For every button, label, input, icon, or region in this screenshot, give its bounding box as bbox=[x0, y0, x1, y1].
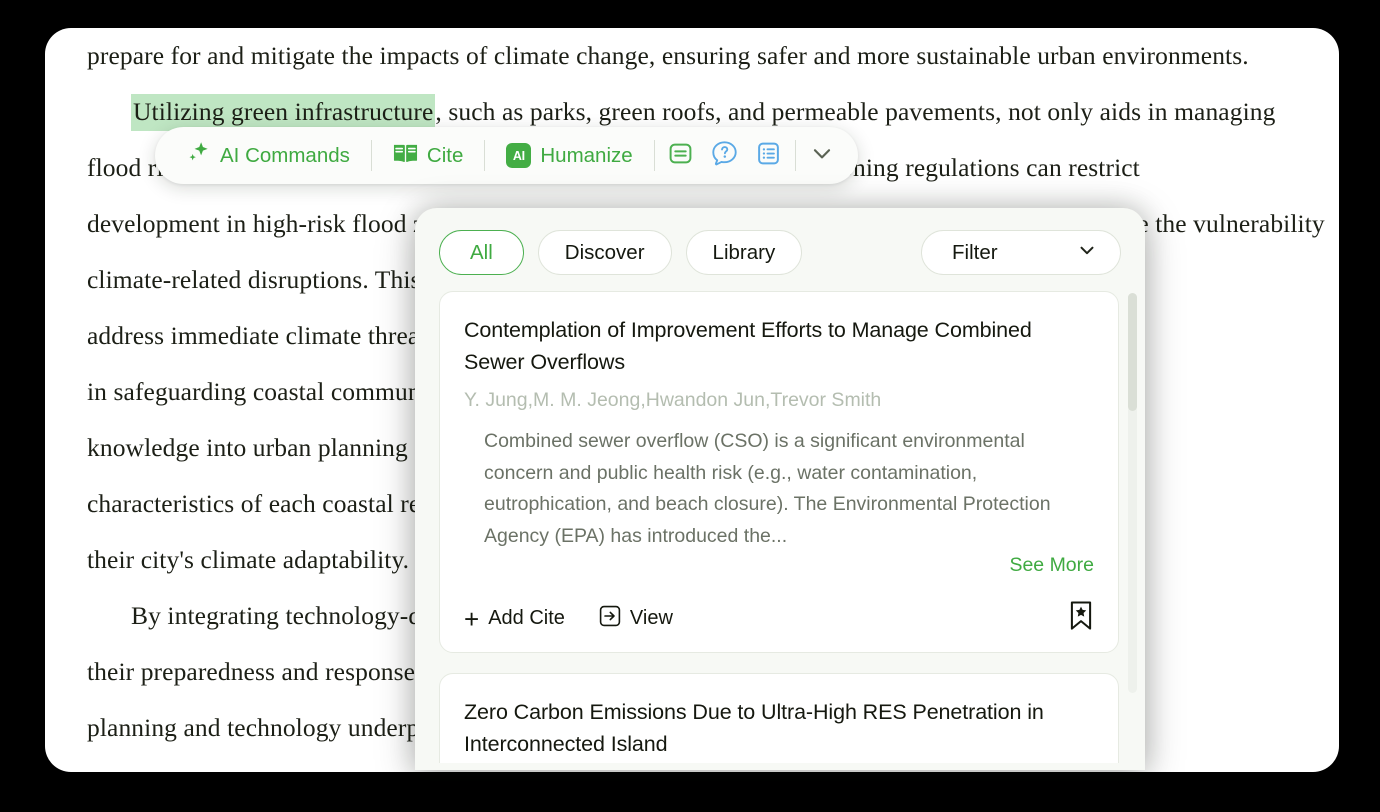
bookmark-star-icon[interactable] bbox=[1068, 601, 1094, 636]
paraphrase-button[interactable] bbox=[659, 127, 703, 184]
citation-title: Zero Carbon Emissions Due to Ultra-High … bbox=[464, 700, 1044, 756]
filter-dropdown[interactable]: Filter bbox=[921, 230, 1121, 275]
question-icon bbox=[711, 140, 738, 172]
filter-label: Filter bbox=[952, 240, 998, 264]
paraphrase-icon bbox=[668, 141, 693, 171]
citation-result-card[interactable]: Zero Carbon Emissions Due to Ultra-High … bbox=[439, 673, 1119, 763]
humanize-label: Humanize bbox=[540, 143, 633, 167]
ai-badge-icon: AI bbox=[506, 143, 532, 168]
add-cite-label: Add Cite bbox=[488, 607, 565, 629]
tab-discover[interactable]: Discover bbox=[537, 230, 672, 275]
citation-panel: All Discover Library Filter Contemplatio… bbox=[415, 208, 1145, 770]
book-icon bbox=[393, 142, 418, 170]
outline-icon bbox=[756, 141, 781, 171]
citation-results-list[interactable]: Contemplation of Improvement Efforts to … bbox=[415, 285, 1145, 763]
citation-title: Contemplation of Improvement Efforts to … bbox=[464, 318, 1032, 374]
sparkle-icon bbox=[186, 140, 211, 171]
citation-authors: Y. Jung,M. M. Jeong,Hwandon Jun,Trevor S… bbox=[464, 389, 882, 411]
tab-library[interactable]: Library bbox=[685, 230, 803, 275]
text-highlight[interactable]: Utilizing green infrastructure bbox=[131, 94, 436, 131]
citation-card-actions: + Add Cite View bbox=[464, 601, 1094, 636]
view-button[interactable]: View bbox=[599, 605, 673, 633]
screen: prepare for and mitigate the impacts of … bbox=[0, 0, 1380, 812]
outline-button[interactable] bbox=[747, 127, 791, 184]
ai-commands-button[interactable]: AI Commands bbox=[169, 127, 367, 184]
doc-line: prepare for and mitigate the impacts of … bbox=[87, 41, 1249, 70]
toolbar-divider bbox=[794, 140, 796, 171]
cite-button[interactable]: Cite bbox=[376, 127, 480, 184]
scrollbar-track[interactable] bbox=[1128, 293, 1137, 693]
plus-icon: + bbox=[464, 603, 480, 634]
doc-line-rest: , such as parks, green roofs, and permea… bbox=[435, 97, 1276, 126]
scrollbar-thumb[interactable] bbox=[1128, 293, 1137, 411]
toolbar-divider bbox=[484, 140, 486, 171]
see-more-link[interactable]: See More bbox=[464, 554, 1094, 577]
view-label: View bbox=[629, 607, 673, 629]
toolbar-divider bbox=[653, 140, 655, 171]
toolbar-divider bbox=[370, 140, 372, 171]
ai-toolbar: AI Commands Cite AI Humanize bbox=[155, 127, 858, 184]
question-button[interactable] bbox=[703, 127, 747, 184]
citation-panel-tabs: All Discover Library Filter bbox=[415, 208, 1145, 285]
ai-commands-label: AI Commands bbox=[220, 143, 350, 167]
chevron-down-icon bbox=[1076, 239, 1098, 267]
cite-label: Cite bbox=[426, 143, 464, 167]
citation-result-card[interactable]: Contemplation of Improvement Efforts to … bbox=[439, 291, 1119, 653]
chevron-down-icon bbox=[809, 140, 835, 171]
tab-all[interactable]: All bbox=[439, 230, 524, 275]
humanize-button[interactable]: AI Humanize bbox=[489, 127, 649, 184]
citation-abstract: Combined sewer overflow (CSO) is a signi… bbox=[484, 430, 1051, 547]
add-cite-button[interactable]: + Add Cite bbox=[464, 603, 565, 634]
arrow-right-box-icon bbox=[599, 605, 621, 633]
toolbar-expand-button[interactable] bbox=[800, 127, 844, 184]
